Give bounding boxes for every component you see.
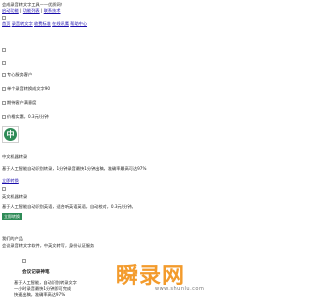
product-description: 基于人工智能自动识别英语，适合听英语英语，自动校对，0.3元/分钟。 xyxy=(2,204,136,209)
product-broken-image-icon xyxy=(2,186,6,191)
hero-bullet: 基于人工智能，自动识别转录文字 xyxy=(14,280,77,285)
site-tagline: 会成录音转文字工具——优质网！ xyxy=(2,2,65,7)
main-nav: 首页 录音转文字 收费标准 在线讯鹰 帮助中心 xyxy=(2,21,87,26)
hero-broken-image-icon xyxy=(22,258,26,263)
hero-image xyxy=(22,258,27,263)
site-watermark-url: www.shunlu.com xyxy=(155,286,205,292)
nav-item-transcribe[interactable]: 录音转文字 xyxy=(12,21,33,26)
nav-item-pricing[interactable]: 收费标准 xyxy=(34,21,51,26)
hero-title: 会议记录神笔 xyxy=(22,270,50,275)
feature-icon xyxy=(2,100,6,105)
product-image xyxy=(2,186,7,191)
banner-image xyxy=(2,47,7,52)
chinese-language-icon: 中 xyxy=(4,128,17,141)
logo-broken-image-icon xyxy=(2,15,6,20)
feature-label: 期待客户满意度 xyxy=(7,100,37,105)
nav-item-home[interactable]: 首页 xyxy=(2,21,10,26)
feature-label: 单个录音转换成文字90 xyxy=(7,86,51,91)
feature-item: 单个录音转换成文字90 xyxy=(2,86,50,91)
feature-label: 价格实惠，0.3元/分钟 xyxy=(7,114,49,119)
banner-broken-image-icon xyxy=(2,47,6,52)
product-description: 基于人工智能自动识别转录，1分钟录音最快1分钟出稿，准确率最高可达97% xyxy=(2,166,147,171)
nav-item-help[interactable]: 帮助中心 xyxy=(70,21,87,26)
header-link-start[interactable]: 启动功能 xyxy=(2,8,19,13)
header-link-features[interactable]: 功能列表 xyxy=(23,8,40,13)
feature-item: 价格实惠，0.3元/分钟 xyxy=(2,114,49,119)
banner-image-secondary xyxy=(2,60,7,65)
banner-broken-image-icon xyxy=(2,60,6,65)
feature-icon xyxy=(2,72,6,77)
header-links: 启动功能 | 功能列表 | 联系技术 xyxy=(2,8,60,13)
header-link-contact[interactable]: 联系技术 xyxy=(44,8,61,13)
section-subheading: 会议录音转文字软件，中英文转写，身份认证服务 xyxy=(2,243,95,248)
feature-label: 专心服务客户 xyxy=(7,72,33,77)
feature-icon xyxy=(2,86,6,91)
feature-item: 专心服务客户 xyxy=(2,72,32,77)
hero-bullet: 一小时录音最快1分钟即可完成 xyxy=(14,286,72,291)
nav-item-online[interactable]: 在线讯鹰 xyxy=(52,21,69,26)
product-convert-button[interactable]: 立即转换 xyxy=(2,213,22,220)
logo[interactable] xyxy=(2,15,7,20)
product-title: 中文机器转录 xyxy=(2,154,28,159)
product-convert-link[interactable]: 立即转换 xyxy=(2,178,19,183)
section-heading: 我们的产品 xyxy=(2,236,23,241)
feature-icon xyxy=(2,114,6,119)
feature-item: 期待客户满意度 xyxy=(2,100,36,105)
product-title: 英文机器转录 xyxy=(2,194,28,199)
hero-bullet: 快速出稿，准确率高达97% xyxy=(14,292,66,297)
